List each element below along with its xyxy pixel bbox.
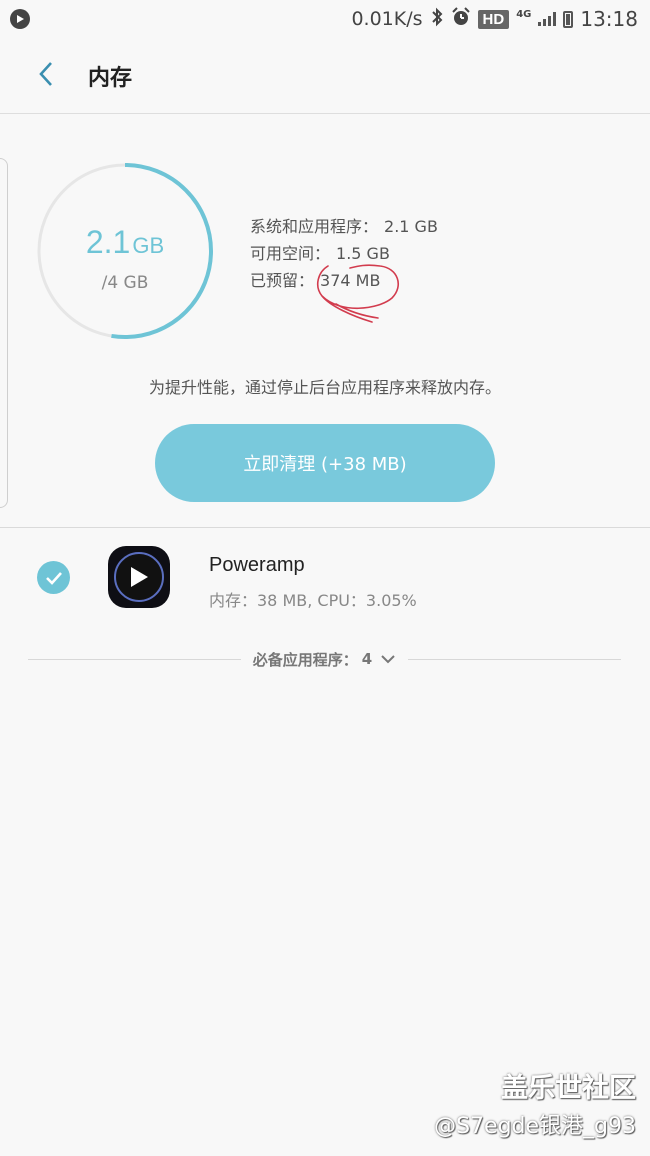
divider [28,658,241,660]
page-title: 内存 [88,65,133,91]
watermark-user: @S7egde银港_g93 [434,1114,636,1139]
network-type: 4G [516,8,532,20]
hd-badge: HD [477,9,510,29]
list-item[interactable]: Poweramp 内存：38 MB, CPU：3.05% [0,540,650,620]
hint-text: 为提升性能，通过停止后台应用程序来释放内存。 [148,378,501,397]
divider [408,658,622,660]
clock: 13:18 [580,7,638,31]
clean-now-button[interactable]: 立即清理 (+38 MB) [155,424,495,502]
memory-used-unit: GB [132,233,165,258]
bluetooth-icon [430,7,444,32]
memory-row-value: 2.1 GB [384,217,438,236]
checkbox-checked-icon[interactable] [37,561,70,594]
memory-used: 2.1GB [36,224,214,261]
memory-ring: 2.1GB /4 GB [36,162,214,340]
memory-total: /4 GB [101,273,149,293]
section-label: 必备应用程序： [252,650,358,669]
play-indicator-icon [10,9,30,29]
back-button[interactable] [26,56,66,96]
divider [0,527,650,528]
app-header: 内存 [0,38,650,114]
memory-row-system: 系统和应用程序： 2.1 GB [250,213,438,240]
poweramp-play-icon [108,546,170,608]
memory-used-value: 2.1 [85,224,131,260]
essential-apps-toggle[interactable]: 必备应用程序： 4 [241,649,408,670]
status-bar: 0.01K/s HD 4G 13:18 [0,0,650,38]
memory-row-label: 系统和应用程序： [250,217,379,236]
watermark-brand: 盖乐世社区 [501,1073,636,1104]
section-count: 4 [361,650,373,668]
chevron-left-icon [38,61,54,91]
signal-icon [538,12,557,26]
app-detail: 内存：38 MB, CPU：3.05% [209,591,417,610]
net-speed: 0.01K/s [351,8,423,30]
alarm-icon [451,6,471,32]
chevron-down-icon [380,654,396,664]
card-edge [0,158,8,508]
handwritten-annotation [316,264,400,323]
essential-apps-section: 必备应用程序： 4 [28,645,622,673]
battery-icon [563,10,574,28]
app-name: Poweramp [209,554,305,576]
